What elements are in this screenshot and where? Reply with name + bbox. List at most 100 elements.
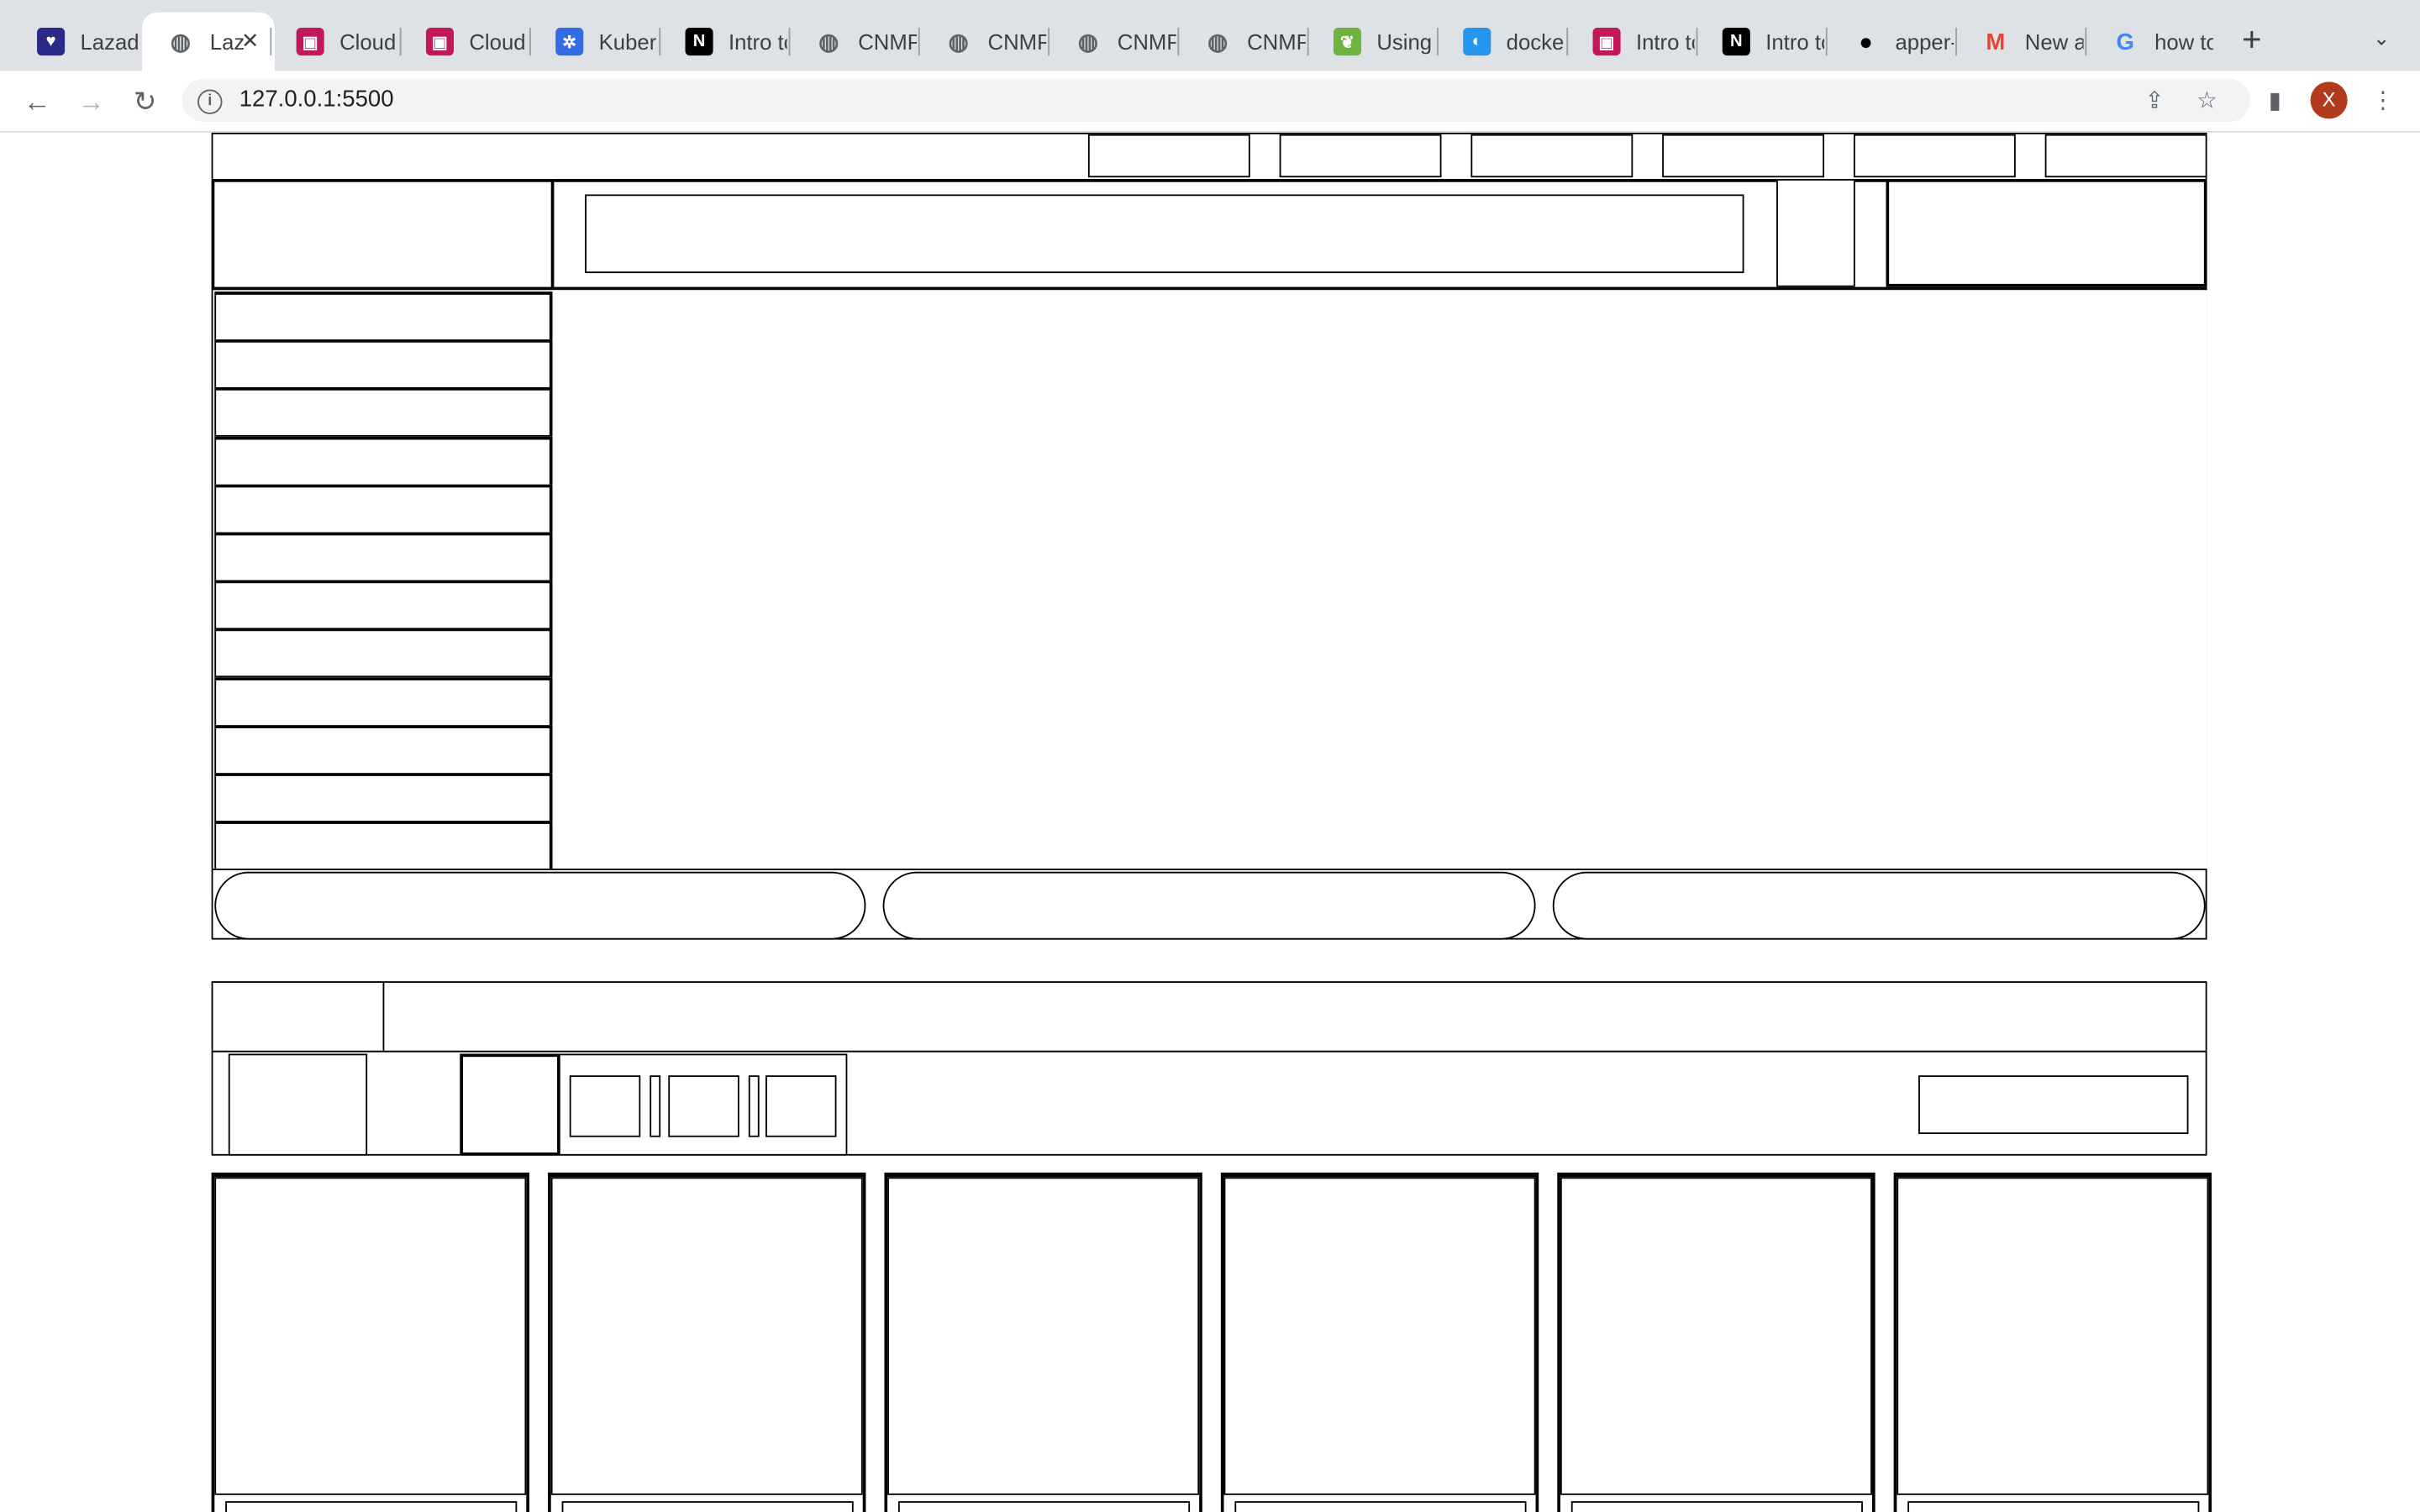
- product-title: [1907, 1501, 2200, 1512]
- browser-tab[interactable]: ◍ CNMP: [790, 13, 917, 71]
- kubernetes-icon: ✲: [555, 28, 584, 56]
- filter-divider-2: [748, 1075, 760, 1137]
- product-title: [1234, 1501, 1527, 1512]
- address-bar[interactable]: [182, 78, 2250, 123]
- product-title: [225, 1501, 518, 1512]
- google-icon: G: [2116, 28, 2134, 55]
- github-icon: ●: [1859, 28, 1873, 55]
- browser-tab[interactable]: ❦ Using: [1309, 13, 1436, 71]
- browser-tab[interactable]: ● apper-: [1828, 13, 1954, 71]
- top-link-5[interactable]: [1853, 134, 2016, 178]
- sidebar-category-item[interactable]: [214, 676, 553, 727]
- browser-tab[interactable]: ▣ Intro to: [1568, 13, 1695, 71]
- filter-divider-1: [650, 1075, 661, 1137]
- filter-selected[interactable]: [460, 1053, 560, 1156]
- tab-separator: [659, 28, 661, 56]
- site-info-icon[interactable]: i: [197, 89, 223, 114]
- tab-search-chevron-icon[interactable]: ⌄: [2365, 22, 2398, 55]
- browser-tab[interactable]: ◍ CNMP: [920, 13, 1047, 71]
- share-icon[interactable]: ⇪: [2139, 87, 2170, 118]
- globe-icon: ◍: [1207, 29, 1228, 56]
- top-link-6[interactable]: [2044, 134, 2207, 178]
- sidebar-category-item[interactable]: [214, 821, 553, 871]
- docker-icon: ◐: [1463, 28, 1491, 56]
- browser-menu-icon[interactable]: ⋮: [2368, 87, 2399, 118]
- product-image[interactable]: [1560, 1177, 1872, 1495]
- back-button[interactable]: ←: [15, 71, 58, 132]
- sidebar-category-item[interactable]: [214, 436, 553, 486]
- browser-tab-title: Intro to: [728, 29, 787, 55]
- browser-tab[interactable]: ♥ Lazada: [13, 13, 139, 71]
- side-panel-icon[interactable]: ▮: [2260, 87, 2291, 118]
- product-image[interactable]: [1223, 1177, 1536, 1495]
- hero-banner: [552, 290, 2207, 870]
- search-button[interactable]: [1776, 179, 1855, 287]
- product-image[interactable]: [214, 1177, 527, 1495]
- tab-separator: [1307, 28, 1309, 56]
- notion-icon: N: [1722, 28, 1750, 56]
- tab-separator: [1048, 28, 1050, 56]
- sidebar-category-item[interactable]: [214, 724, 553, 774]
- sidebar-category-item[interactable]: [214, 773, 553, 822]
- globe-icon: ◍: [948, 29, 969, 56]
- browser-tab-title: Cloud: [339, 29, 397, 55]
- browser-tab[interactable]: ◐ docker: [1439, 13, 1565, 71]
- reload-button[interactable]: ↻: [124, 71, 166, 132]
- product-title: [561, 1501, 854, 1512]
- browser-tab-title: apper-: [1895, 29, 1954, 55]
- tab-separator: [1566, 28, 1569, 56]
- browser-tab[interactable]: M New a: [1957, 13, 2083, 71]
- close-tab-icon[interactable]: ✕: [241, 28, 260, 54]
- browser-tab[interactable]: ✲ Kuber: [531, 13, 658, 71]
- top-link-1[interactable]: [1087, 134, 1250, 178]
- product-image[interactable]: [1897, 1177, 2209, 1495]
- tab-separator: [788, 28, 791, 56]
- filter-option-2[interactable]: [668, 1075, 739, 1137]
- tab-separator: [529, 28, 531, 56]
- sidebar-category-item[interactable]: [214, 339, 553, 390]
- browser-tab-title: Using: [1376, 29, 1433, 55]
- product-image[interactable]: [887, 1177, 1200, 1495]
- product-image[interactable]: [550, 1177, 863, 1495]
- top-link-4[interactable]: [1662, 134, 1825, 178]
- sidebar-category-item[interactable]: [214, 580, 553, 630]
- browser-tab[interactable]: ◍ CNMP: [1050, 13, 1176, 71]
- browser-tab-title: Laz: [209, 29, 245, 55]
- banner-button-1[interactable]: [214, 871, 866, 940]
- browser-tab[interactable]: ◍ CNMP: [1179, 13, 1306, 71]
- search-input[interactable]: [585, 194, 1744, 274]
- browser-tab[interactable]: ◍ Laz ✕: [141, 12, 275, 71]
- header-cart-area[interactable]: [1886, 179, 2207, 287]
- banner-button-3[interactable]: [1552, 871, 2206, 940]
- filter-option-3[interactable]: [765, 1075, 837, 1137]
- browser-tab[interactable]: Ghow to: [2086, 13, 2212, 71]
- sidebar-category-item[interactable]: [214, 484, 553, 534]
- browser-tab-title: Intro to: [1765, 29, 1824, 55]
- bookmark-star-icon[interactable]: ☆: [2191, 87, 2223, 118]
- browser-tab[interactable]: ▣ Cloud: [271, 13, 398, 71]
- section-header: [211, 981, 2207, 1053]
- browser-tab-title: Kuber: [598, 29, 657, 55]
- browser-tab[interactable]: N Intro to: [660, 13, 787, 71]
- sidebar-category-item[interactable]: [214, 291, 553, 341]
- sort-select[interactable]: [1918, 1075, 2189, 1134]
- sidebar-category-item[interactable]: [214, 387, 553, 438]
- sidebar-category-item[interactable]: [214, 628, 553, 679]
- url-text[interactable]: 127.0.0.1:5500: [239, 87, 394, 114]
- browser-tab-title: Intro to: [1635, 29, 1695, 55]
- browser-tab[interactable]: ▣ Cloud: [402, 13, 529, 71]
- profile-avatar[interactable]: X: [2310, 81, 2348, 119]
- banner-button-2[interactable]: [882, 871, 1536, 940]
- filter-box[interactable]: [228, 1053, 368, 1156]
- top-link-2[interactable]: [1279, 134, 1442, 178]
- sidebar-category-item[interactable]: [214, 532, 553, 582]
- logo-placeholder[interactable]: [211, 179, 555, 291]
- forward-button[interactable]: →: [70, 71, 113, 132]
- tab-separator: [1696, 28, 1698, 56]
- new-tab-button[interactable]: +: [2232, 20, 2272, 60]
- top-link-3[interactable]: [1470, 134, 1634, 178]
- filter-option-1[interactable]: [569, 1075, 641, 1137]
- contact-icon: ▣: [425, 28, 454, 56]
- contact-icon: ▣: [1592, 28, 1621, 56]
- browser-tab[interactable]: N Intro to: [1697, 13, 1824, 71]
